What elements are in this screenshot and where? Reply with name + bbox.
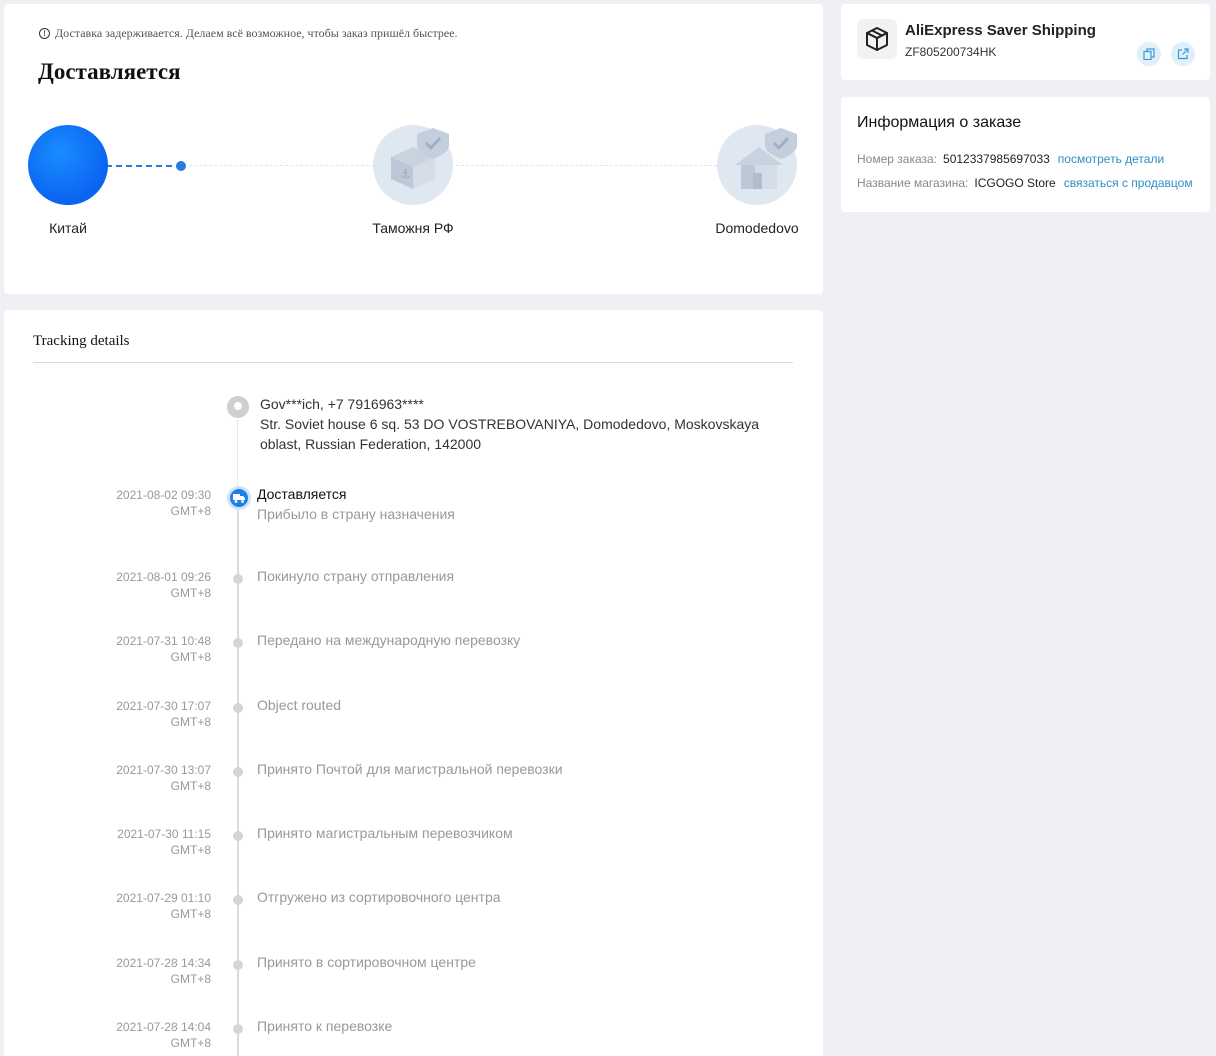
event-title: Отгружено из сортировочного центра: [257, 889, 501, 905]
event-time: 2021-07-29 01:10 GMT+8: [116, 891, 211, 921]
stage-customs-circle: ⚓: [373, 125, 453, 205]
event-time: 2021-07-30 17:07 GMT+8: [116, 699, 211, 729]
tracking-event: 2021-07-30 11:15 GMT+8 Принято магистраль…: [4, 825, 823, 866]
stage-label-origin: Китай: [49, 220, 87, 236]
event-title: Доставляется: [257, 486, 347, 502]
progress-current-dot: [176, 161, 186, 171]
stage-destination-circle: [717, 125, 797, 205]
delay-notice: ! Доставка задерживается. Делаем всё воз…: [39, 26, 458, 41]
svg-text:⚓: ⚓: [400, 167, 411, 181]
event-dot: [233, 638, 243, 648]
order-info-title: Информация о заказе: [857, 114, 1022, 131]
progress-line-pending: [189, 165, 379, 166]
event-dot: [233, 1024, 243, 1034]
event-dot: [233, 895, 243, 905]
address-connector: [237, 420, 238, 488]
store-name-row: Название магазина: ICGOGO Store связатьс…: [857, 176, 1193, 190]
copy-tracking-button[interactable]: [1137, 42, 1161, 66]
house-icon: [735, 128, 797, 189]
tracking-event: 2021-08-02 09:30 GMT+8 Доставляется Прибы…: [4, 486, 823, 527]
progress-line-pending: [456, 165, 722, 166]
address-line: Str. Soviet house 6 sq. 53 DO VOSTREBOVA…: [260, 416, 760, 452]
package-icon: [857, 19, 897, 59]
location-pin-icon: [227, 396, 249, 418]
tracking-event: 2021-07-31 10:48 GMT+8 Передано на междун…: [4, 632, 823, 673]
shipping-method-card: AliExpress Saver Shipping ZF805200734HK: [841, 4, 1210, 80]
tracking-event: 2021-07-29 01:10 GMT+8 Отгружено из сорти…: [4, 889, 823, 930]
view-details-link[interactable]: посмотреть детали: [1058, 152, 1164, 166]
event-time: 2021-07-31 10:48 GMT+8: [116, 634, 211, 664]
event-title: Передано на международную перевозку: [257, 632, 521, 648]
contact-seller-link[interactable]: связаться с продавцом: [1064, 176, 1193, 190]
event-title: Принято магистральным перевозчиком: [257, 825, 513, 841]
delay-notice-text: Доставка задерживается. Делаем всё возмо…: [55, 26, 458, 40]
event-title: Object routed: [257, 697, 342, 713]
stage-label-customs: Таможня РФ: [372, 220, 454, 236]
event-time: 2021-07-30 11:15 GMT+8: [117, 827, 211, 857]
stage-label-destination: Domodedovo: [715, 220, 799, 236]
event-subtitle: Прибыло в страну назначения: [257, 506, 455, 522]
tracking-event: 2021-07-28 14:04 GMT+8 Принято к перевозк…: [4, 1018, 823, 1056]
tracking-number: ZF805200734HK: [905, 45, 997, 59]
truck-icon: [227, 486, 251, 510]
open-tracking-button[interactable]: [1171, 42, 1195, 66]
store-name[interactable]: ICGOGO Store: [974, 176, 1055, 190]
tracking-event: 2021-07-28 14:34 GMT+8 Принято в сортиров…: [4, 954, 823, 995]
tracking-title: Tracking details: [33, 333, 130, 349]
event-time: 2021-07-30 13:07 GMT+8: [116, 763, 211, 793]
event-title: Принято Почтой для магистральной перевоз…: [257, 761, 563, 777]
event-title: Принято в сортировочном центре: [257, 954, 476, 970]
tracking-event: 2021-07-30 13:07 GMT+8 Принято Почтой для…: [4, 761, 823, 802]
event-dot: [233, 703, 243, 713]
delivery-address: Gov***ich, +7 7916963**** Str. Soviet ho…: [260, 394, 770, 454]
event-dot: [233, 831, 243, 841]
divider: [33, 362, 793, 363]
tracking-event: 2021-07-30 17:07 GMT+8 Object routed: [4, 697, 823, 738]
event-dot: [233, 767, 243, 777]
order-number-label: Номер заказа:: [857, 152, 938, 166]
progress-line-done: [106, 165, 182, 167]
event-time: 2021-07-28 14:34 GMT+8: [116, 956, 211, 986]
info-icon: !: [39, 28, 50, 39]
carrier-name: AliExpress Saver Shipping: [905, 22, 1096, 39]
recipient-line: Gov***ich, +7 7916963****: [260, 396, 424, 412]
event-title: Покинуло страну отправления: [257, 568, 455, 584]
store-name-label: Название магазина:: [857, 176, 969, 190]
order-number-row: Номер заказа: 5012337985697033 посмотрет…: [857, 152, 1164, 166]
event-time: 2021-07-28 14:04 GMT+8: [116, 1020, 211, 1050]
copy-icon: [1143, 48, 1155, 60]
tracking-details-card: Tracking details Gov***ich, +7 7916963**…: [4, 310, 823, 1056]
customs-box-icon: ⚓: [391, 128, 449, 189]
event-dot: [233, 574, 243, 584]
order-info-card: Информация о заказе Номер заказа: 501233…: [841, 97, 1210, 212]
order-number: 5012337985697033: [943, 152, 1050, 166]
external-link-icon: [1177, 48, 1189, 60]
delivery-status-card: ! Доставка задерживается. Делаем всё воз…: [4, 4, 823, 294]
event-time: 2021-08-02 09:30 GMT+8: [116, 488, 211, 518]
status-title: Доставляется: [38, 59, 181, 84]
event-time: 2021-08-01 09:26 GMT+8: [116, 570, 211, 600]
stage-origin-circle: [28, 125, 108, 205]
event-dot: [233, 960, 243, 970]
event-title: Принято к перевозке: [257, 1018, 393, 1034]
tracking-event: 2021-08-01 09:26 GMT+8 Покинуло страну от…: [4, 568, 823, 609]
